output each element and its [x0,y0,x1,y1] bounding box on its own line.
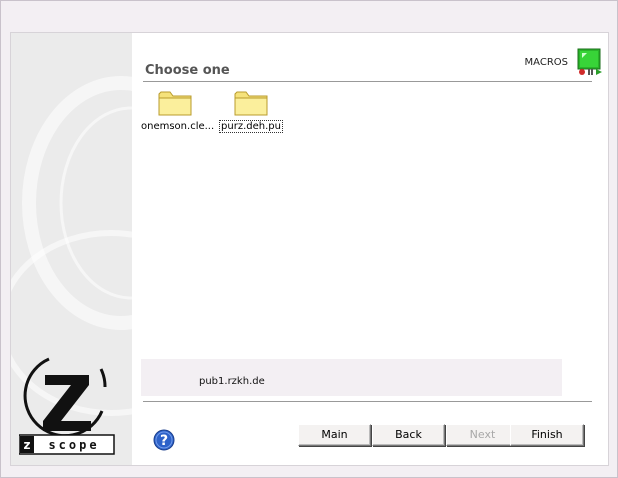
svg-text:?: ? [160,433,168,449]
window-frame: z scope Choose one MACROS onemson.cle...… [0,0,618,478]
svg-text:scope: scope [48,438,99,452]
wizard-panel: z scope Choose one MACROS onemson.cle...… [10,32,609,466]
content-area: Choose one MACROS onemson.cle... purz.de… [132,33,608,465]
folder-item-selected[interactable]: purz.deh.pu [216,89,286,133]
folder-label: purz.deh.pu [219,120,283,133]
macros-label: MACROS [524,57,568,68]
main-button[interactable]: Main [298,424,371,446]
question-mark-icon: ? [153,429,175,451]
host-name: pub1.rzkh.de [199,376,265,387]
folder-label: onemson.cle... [141,121,215,132]
page-title: Choose one [145,63,230,78]
back-button[interactable]: Back [372,424,445,446]
zscope-logo: z scope [18,351,115,455]
svg-text:z: z [24,438,31,452]
folder-icon [234,91,268,116]
header-divider [143,81,592,82]
footer-divider [143,401,592,402]
folder-item[interactable]: onemson.cle... [140,89,214,132]
finish-button[interactable]: Finish [510,424,584,446]
host-status-bar: pub1.rzkh.de [141,359,562,396]
sidebar: z scope [11,33,132,465]
folder-icon [158,91,192,116]
macro-recorder-icon[interactable] [575,47,605,77]
next-button[interactable]: Next [446,424,519,446]
help-button[interactable]: ? [153,429,175,451]
